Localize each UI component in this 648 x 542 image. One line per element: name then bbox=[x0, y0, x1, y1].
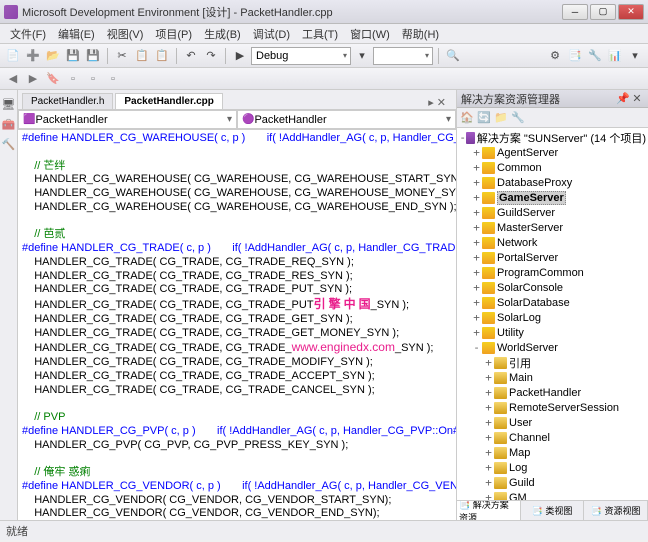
nav-back-icon[interactable]: ◀ bbox=[4, 70, 22, 88]
menu-bar: 文件(F)编辑(E)视图(V)项目(P)生成(B)调试(D)工具(T)窗口(W)… bbox=[0, 24, 648, 44]
maximize-button[interactable]: ▢ bbox=[590, 4, 616, 20]
file-tab-inactive[interactable]: PacketHandler.h bbox=[22, 93, 113, 109]
undo-icon[interactable]: ↶ bbox=[182, 47, 200, 65]
t3-icon[interactable]: ▫ bbox=[84, 70, 102, 88]
tree-node[interactable]: +DatabaseProxy bbox=[459, 175, 646, 190]
start-icon[interactable]: ▶ bbox=[231, 47, 249, 65]
server-explorer-icon[interactable]: 🖥 bbox=[2, 98, 16, 112]
tree-node[interactable]: +Map bbox=[459, 445, 646, 460]
solution-explorer: 解决方案资源管理器 📌 ✕ 🏠 🔄 📁 🔧 -解决方案 "SUNServer" … bbox=[456, 90, 648, 520]
tool5-icon[interactable]: ▾ bbox=[626, 47, 644, 65]
redo-icon[interactable]: ↷ bbox=[202, 47, 220, 65]
file-tab-active[interactable]: PacketHandler.cpp bbox=[115, 93, 222, 109]
toolbox-tab-icon[interactable]: 🧰 bbox=[2, 118, 16, 132]
scope-combo[interactable]: 🟪 PacketHandler bbox=[18, 110, 237, 129]
status-bar: 就绪 bbox=[0, 520, 648, 540]
menu-item[interactable]: 生成(B) bbox=[198, 24, 247, 44]
menu-item[interactable]: 编辑(E) bbox=[52, 24, 101, 44]
tree-node[interactable]: +PortalServer bbox=[459, 250, 646, 265]
vs-icon bbox=[4, 5, 18, 19]
tree-node[interactable]: +Network bbox=[459, 235, 646, 250]
secondary-toolbar: ◀ ▶ 🔖 ▫ ▫ ▫ bbox=[0, 68, 648, 90]
pt-refresh-icon[interactable]: 🔄 bbox=[476, 110, 492, 126]
menu-item[interactable]: 项目(P) bbox=[149, 24, 198, 44]
tree-node[interactable]: +引用 bbox=[459, 355, 646, 370]
code-nav-bar: 🟪 PacketHandler 🟣 PacketHandler bbox=[18, 110, 456, 130]
cut-icon[interactable]: ✂ bbox=[113, 47, 131, 65]
tree-node[interactable]: +GuildServer bbox=[459, 205, 646, 220]
menu-item[interactable]: 视图(V) bbox=[101, 24, 150, 44]
tree-node[interactable]: +Channel bbox=[459, 430, 646, 445]
solution-tree[interactable]: -解决方案 "SUNServer" (14 个项目)+AgentServer+C… bbox=[457, 128, 648, 500]
save-icon[interactable]: 💾 bbox=[64, 47, 82, 65]
paste-icon[interactable]: 📋 bbox=[153, 47, 171, 65]
menu-item[interactable]: 文件(F) bbox=[4, 24, 52, 44]
editor-area: PacketHandler.h PacketHandler.cpp ▸ ✕ 🟪 … bbox=[18, 90, 456, 520]
find-icon[interactable]: 🔍 bbox=[444, 47, 462, 65]
panel-tabs: 📑 解决方案资源...📑 类视图📑 资源视图 bbox=[457, 500, 648, 520]
new-project-icon[interactable]: 📄 bbox=[4, 47, 22, 65]
save-all-icon[interactable]: 💾 bbox=[84, 47, 102, 65]
t4-icon[interactable]: ▫ bbox=[104, 70, 122, 88]
minimize-button[interactable]: ─ bbox=[562, 4, 588, 20]
tree-node[interactable]: +Common bbox=[459, 160, 646, 175]
bookmark-icon[interactable]: 🔖 bbox=[44, 70, 62, 88]
panel-pin-icon[interactable]: 📌 bbox=[616, 92, 630, 105]
tree-node[interactable]: +User bbox=[459, 415, 646, 430]
window-title: Microsoft Development Environment [设计] -… bbox=[22, 4, 560, 20]
panel-tab[interactable]: 📑 类视图 bbox=[521, 501, 585, 520]
dropdown-icon[interactable]: ▾ bbox=[353, 47, 371, 65]
strip3-icon[interactable]: 🔨 bbox=[2, 138, 16, 152]
tree-node[interactable]: +MasterServer bbox=[459, 220, 646, 235]
tree-node[interactable]: +SolarDatabase bbox=[459, 295, 646, 310]
pt-showall-icon[interactable]: 📁 bbox=[493, 110, 509, 126]
menu-item[interactable]: 工具(T) bbox=[296, 24, 344, 44]
tree-node[interactable]: +Guild bbox=[459, 475, 646, 490]
tree-node[interactable]: +Main bbox=[459, 370, 646, 385]
tree-node[interactable]: +RemoteServerSession bbox=[459, 400, 646, 415]
copy-icon[interactable]: 📋 bbox=[133, 47, 151, 65]
config-combo[interactable]: Debug bbox=[251, 47, 351, 65]
panel-tab[interactable]: 📑 资源视图 bbox=[584, 501, 648, 520]
add-item-icon[interactable]: ➕ bbox=[24, 47, 42, 65]
tree-node[interactable]: +Utility bbox=[459, 325, 646, 340]
tree-node[interactable]: +Log bbox=[459, 460, 646, 475]
pt-props-icon[interactable]: 🔧 bbox=[510, 110, 526, 126]
open-icon[interactable]: 📂 bbox=[44, 47, 62, 65]
panel-close-icon[interactable]: ✕ bbox=[630, 92, 644, 105]
main-toolbar: 📄 ➕ 📂 💾 💾 ✂ 📋 📋 ↶ ↷ ▶ Debug ▾ 🔍 ⚙ 📑 🔧 📊 … bbox=[0, 44, 648, 68]
tool4-icon[interactable]: 📊 bbox=[606, 47, 624, 65]
panel-tab[interactable]: 📑 解决方案资源... bbox=[457, 501, 521, 520]
status-text: 就绪 bbox=[6, 523, 28, 539]
tree-node[interactable]: +ProgramCommon bbox=[459, 265, 646, 280]
menu-item[interactable]: 窗口(W) bbox=[344, 24, 396, 44]
tree-node[interactable]: +GameServer bbox=[459, 190, 646, 205]
menu-item[interactable]: 帮助(H) bbox=[396, 24, 445, 44]
file-tabs: PacketHandler.h PacketHandler.cpp ▸ ✕ bbox=[18, 90, 456, 110]
code-editor[interactable]: #define HANDLER_CG_WAREHOUSE( c, p ) if(… bbox=[18, 130, 456, 520]
tree-node[interactable]: +SolarConsole bbox=[459, 280, 646, 295]
pt-home-icon[interactable]: 🏠 bbox=[459, 110, 475, 126]
menu-item[interactable]: 调试(D) bbox=[247, 24, 296, 44]
tree-node[interactable]: +PacketHandler bbox=[459, 385, 646, 400]
tree-node[interactable]: +GM bbox=[459, 490, 646, 500]
panel-toolbar: 🏠 🔄 📁 🔧 bbox=[457, 108, 648, 128]
properties-icon[interactable]: 📑 bbox=[566, 47, 584, 65]
tree-node[interactable]: +AgentServer bbox=[459, 145, 646, 160]
tool3-icon[interactable]: 🔧 bbox=[586, 47, 604, 65]
nav-fwd-icon[interactable]: ▶ bbox=[24, 70, 42, 88]
toolbox-icon[interactable]: ⚙ bbox=[546, 47, 564, 65]
tree-node[interactable]: +SolarLog bbox=[459, 310, 646, 325]
tree-node[interactable]: -WorldServer bbox=[459, 340, 646, 355]
t2-icon[interactable]: ▫ bbox=[64, 70, 82, 88]
panel-header: 解决方案资源管理器 📌 ✕ bbox=[457, 90, 648, 108]
left-dock-strip: 🖥 🧰 🔨 bbox=[0, 90, 18, 520]
platform-combo[interactable] bbox=[373, 47, 433, 65]
member-combo[interactable]: 🟣 PacketHandler bbox=[237, 110, 456, 129]
title-bar: Microsoft Development Environment [设计] -… bbox=[0, 0, 648, 24]
tab-chevron-icon[interactable]: ▸ ✕ bbox=[422, 96, 452, 109]
tree-node[interactable]: -解决方案 "SUNServer" (14 个项目) bbox=[459, 130, 646, 145]
close-button[interactable]: ✕ bbox=[618, 4, 644, 20]
